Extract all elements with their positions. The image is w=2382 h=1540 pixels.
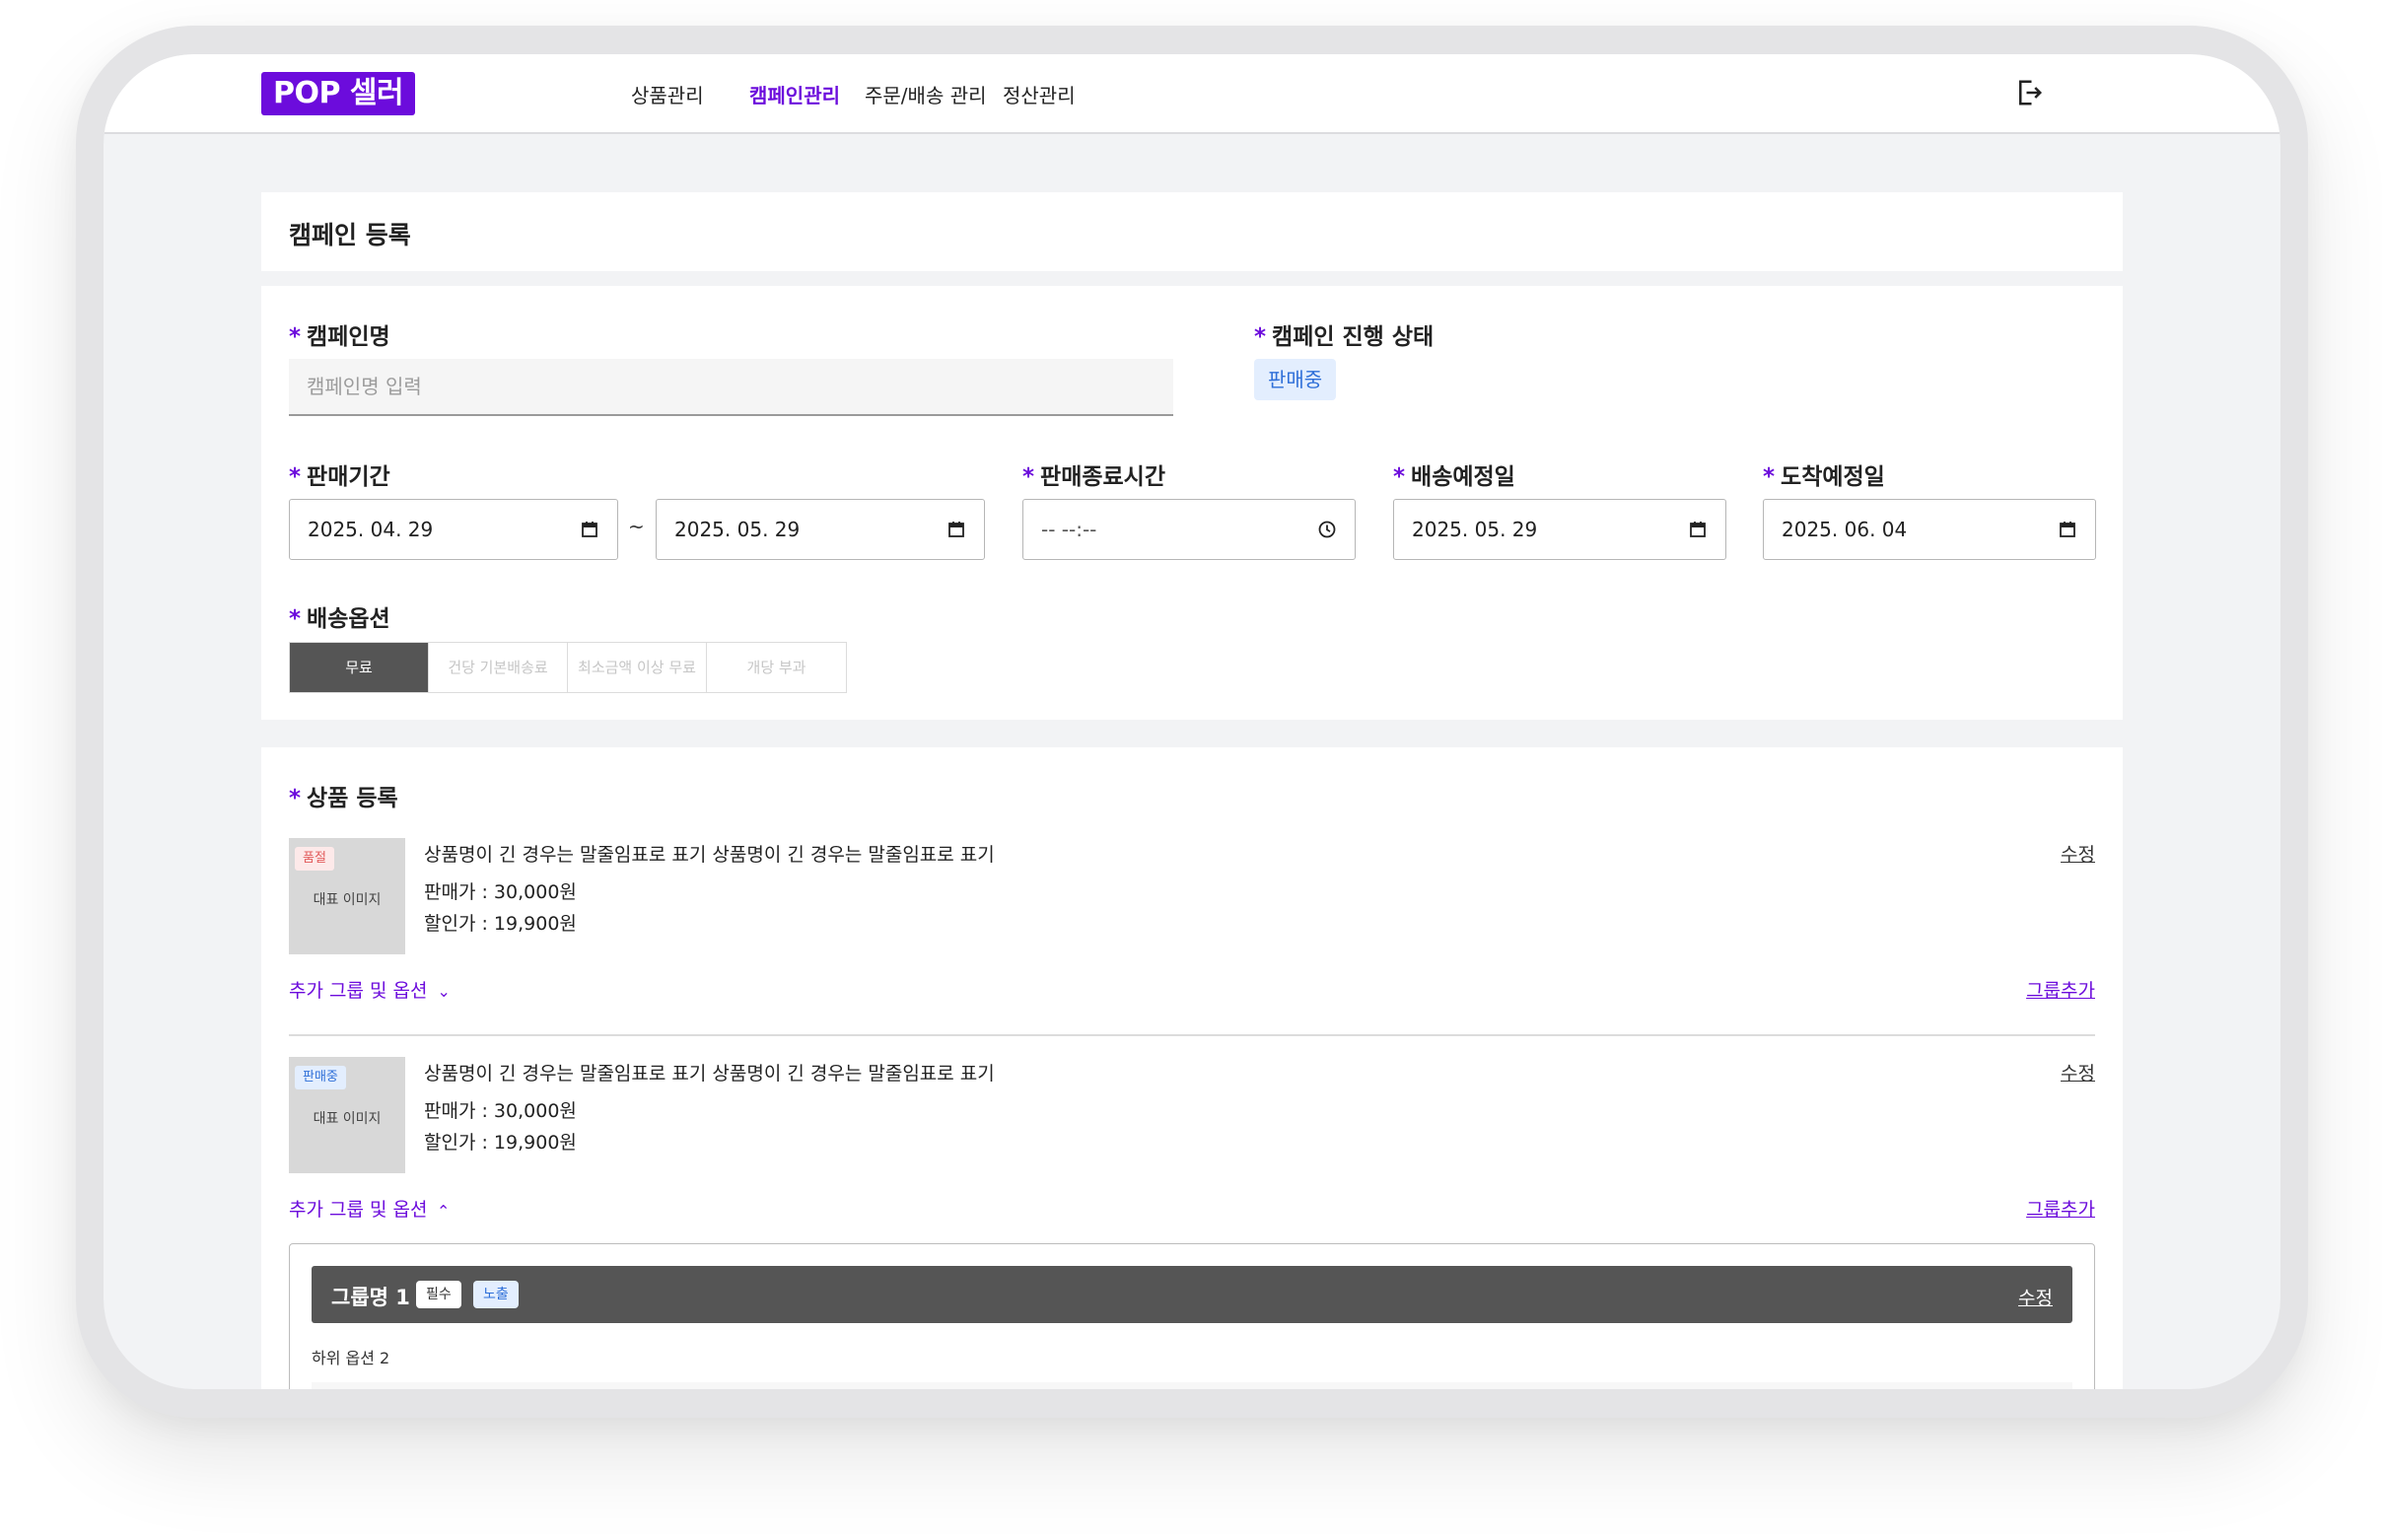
ship-date-label: * 배송예정일: [1393, 464, 1515, 490]
sale-end-date-input[interactable]: 2025. 05. 29: [656, 499, 985, 560]
product-edit-link[interactable]: 수정: [2061, 840, 2095, 867]
page-title: 캠페인 등록: [289, 221, 411, 249]
group-add-link[interactable]: 그룹추가: [2026, 1195, 2095, 1222]
product-edit-link[interactable]: 수정: [2061, 1059, 2095, 1085]
campaign-status-label: * 캠페인 진행 상태: [1254, 324, 1435, 350]
option-group-header: 그룹명 1 필수 노출 수정: [312, 1266, 2072, 1323]
product-registration-label: * 상품 등록: [289, 786, 398, 811]
nav-campaign-management[interactable]: 캠페인관리: [749, 80, 840, 108]
product-divider: [289, 1034, 2095, 1036]
product-item: 품절 대표 이미지 상품명이 긴 경우는 말줄임표로 표기 상품명이 긴 경우는…: [289, 838, 2095, 1015]
product-item: 판매중 대표 이미지 상품명이 긴 경우는 말줄임표로 표기 상품명이 긴 경우…: [289, 1057, 2095, 1234]
shipping-option-label: * 배송옵션: [289, 606, 390, 632]
product-discount-price: 할인가 : 19,900원: [424, 913, 577, 935]
campaign-status-badge: 판매중: [1254, 359, 1337, 400]
chevron-up-icon: ⌄: [437, 1201, 451, 1220]
shipping-option-free-over-minimum[interactable]: 최소금액 이상 무료: [568, 643, 707, 692]
nav-settlement-management[interactable]: 정산관리: [1003, 80, 1076, 108]
visible-chip: 노출: [473, 1281, 519, 1308]
sub-option-row: [312, 1382, 2072, 1389]
app-logo[interactable]: POP 셀러: [261, 72, 416, 115]
calendar-icon[interactable]: [1688, 520, 1708, 539]
shipping-option-segmented-control: 무료 건당 기본배송료 최소금액 이상 무료 개당 부과: [289, 642, 847, 693]
product-discount-price: 할인가 : 19,900원: [424, 1132, 577, 1154]
shipping-option-per-order-fee[interactable]: 건당 기본배송료: [429, 643, 568, 692]
product-registration-card: * 상품 등록 품절 대표 이미지 상품명이 긴 경우는 말줄임표로 표기 상품명…: [261, 747, 2123, 1389]
options-toggle[interactable]: 추가 그룹 및 옵션 ⌄: [289, 1195, 451, 1222]
page-title-card: 캠페인 등록: [261, 192, 2123, 271]
sale-end-time-label: * 판매종료시간: [1022, 464, 1165, 490]
thumbnail-caption: 대표 이미지: [313, 892, 382, 908]
product-price: 판매가 : 30,000원: [424, 881, 577, 903]
shipping-option-per-item-fee[interactable]: 개당 부과: [707, 643, 846, 692]
product-name: 상품명이 긴 경우는 말줄임표로 표기 상품명이 긴 경우는 말줄임표로 표기: [424, 1063, 995, 1085]
calendar-icon[interactable]: [2058, 520, 2077, 539]
chevron-down-icon: ⌄: [437, 982, 451, 1001]
product-status-tag: 품절: [295, 847, 334, 871]
period-separator: ~: [628, 515, 645, 538]
clock-icon[interactable]: [1317, 520, 1337, 539]
sub-option-label: 하위 옵션 2: [312, 1349, 390, 1367]
top-navigation-bar: POP 셀러 상품관리 캠페인관리 주문/배송 관리 정산관리: [104, 54, 2280, 134]
sale-start-date-input[interactable]: 2025. 04. 29: [289, 499, 618, 560]
product-thumbnail: 품절 대표 이미지: [289, 838, 405, 954]
required-chip: 필수: [416, 1281, 461, 1308]
calendar-icon[interactable]: [580, 520, 599, 539]
options-toggle[interactable]: 추가 그룹 및 옵션 ⌄: [289, 976, 451, 1003]
product-name: 상품명이 긴 경우는 말줄임표로 표기 상품명이 긴 경우는 말줄임표로 표기: [424, 844, 995, 866]
campaign-name-label: * 캠페인명: [289, 324, 390, 350]
calendar-icon[interactable]: [946, 520, 966, 539]
option-group-name: 그룹명 1: [331, 1286, 410, 1309]
campaign-name-input[interactable]: [289, 359, 1173, 416]
shipping-option-free[interactable]: 무료: [290, 643, 429, 692]
nav-product-management[interactable]: 상품관리: [631, 80, 704, 108]
app-screen: POP 셀러 상품관리 캠페인관리 주문/배송 관리 정산관리 캠페인 등록 *…: [104, 54, 2280, 1389]
campaign-form-card: *캠페인명 *캠페인 진행 상태 판매중 *판매기간 2025. 04. 29 …: [261, 286, 2123, 720]
option-group-edit-link[interactable]: 수정: [2018, 1284, 2053, 1310]
product-price: 판매가 : 30,000원: [424, 1100, 577, 1122]
sale-end-time-input[interactable]: -- --:--: [1022, 499, 1356, 560]
product-thumbnail: 판매중 대표 이미지: [289, 1057, 405, 1173]
ship-date-input[interactable]: 2025. 05. 29: [1393, 499, 1726, 560]
arrival-date-label: * 도착예정일: [1763, 464, 1885, 490]
sale-period-label: * 판매기간: [289, 464, 390, 490]
arrival-date-input[interactable]: 2025. 06. 04: [1763, 499, 2096, 560]
logout-icon[interactable]: [2014, 78, 2044, 107]
nav-order-shipping-management[interactable]: 주문/배송 관리: [865, 80, 987, 108]
thumbnail-caption: 대표 이미지: [313, 1111, 382, 1127]
group-add-link[interactable]: 그룹추가: [2026, 976, 2095, 1003]
option-group-panel: 그룹명 1 필수 노출 수정 하위 옵션 2: [289, 1243, 2095, 1389]
product-status-tag: 판매중: [295, 1066, 346, 1089]
